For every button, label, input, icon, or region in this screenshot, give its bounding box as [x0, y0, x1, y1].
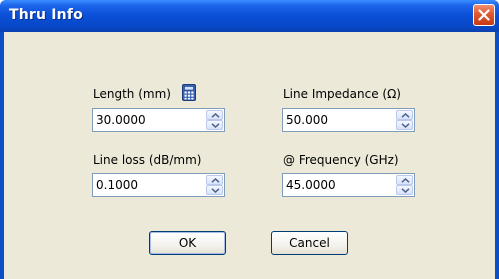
dialog-body: Length (mm) Li [4, 32, 495, 279]
line-impedance-spin-up-button[interactable] [396, 110, 413, 120]
chevron-down-icon [211, 188, 220, 193]
line-loss-input[interactable] [96, 177, 196, 193]
chevron-up-icon [211, 113, 220, 118]
line-loss-label: Line loss (dB/mm) [93, 153, 202, 167]
line-impedance-stepper[interactable] [282, 108, 415, 132]
thru-info-dialog: Thru Info Length (mm) 30.0000 Line Imped… [0, 0, 499, 279]
frequency-spin-up-button[interactable] [396, 175, 413, 185]
cancel-button[interactable]: Cancel [271, 231, 348, 255]
line-impedance-spin-down-button[interactable] [396, 120, 413, 130]
chevron-up-icon [401, 113, 410, 118]
line-loss-stepper[interactable] [92, 173, 225, 197]
title-bar[interactable]: Thru Info [0, 0, 499, 32]
line-impedance-label: Line Impedance (Ω) [283, 87, 401, 101]
frequency-label: @ Frequency (GHz) [283, 153, 399, 167]
chevron-up-icon [211, 178, 220, 183]
frequency-spin-down-button[interactable] [396, 185, 413, 195]
length-input[interactable] [96, 112, 196, 128]
line-loss-spin-up-button[interactable] [206, 175, 223, 185]
length-label: Length (mm) [93, 87, 171, 101]
frequency-stepper[interactable] [282, 173, 415, 197]
length-spin-down-button[interactable] [206, 120, 223, 130]
window-title: Thru Info [9, 7, 83, 23]
chevron-down-icon [401, 188, 410, 193]
line-impedance-spinner [396, 110, 413, 130]
line-impedance-input[interactable] [286, 112, 386, 128]
chevron-down-icon [401, 123, 410, 128]
line-loss-spin-down-button[interactable] [206, 185, 223, 195]
line-loss-spinner [206, 175, 223, 195]
frequency-spinner [396, 175, 413, 195]
close-icon [478, 9, 490, 21]
frequency-input[interactable] [286, 177, 386, 193]
ok-button[interactable]: OK [149, 231, 226, 255]
length-spinner [206, 110, 223, 130]
close-button[interactable] [473, 4, 495, 26]
chevron-down-icon [211, 123, 220, 128]
calculator-icon[interactable] [182, 84, 196, 101]
chevron-up-icon [401, 178, 410, 183]
length-stepper[interactable] [92, 108, 225, 132]
length-spin-up-button[interactable] [206, 110, 223, 120]
